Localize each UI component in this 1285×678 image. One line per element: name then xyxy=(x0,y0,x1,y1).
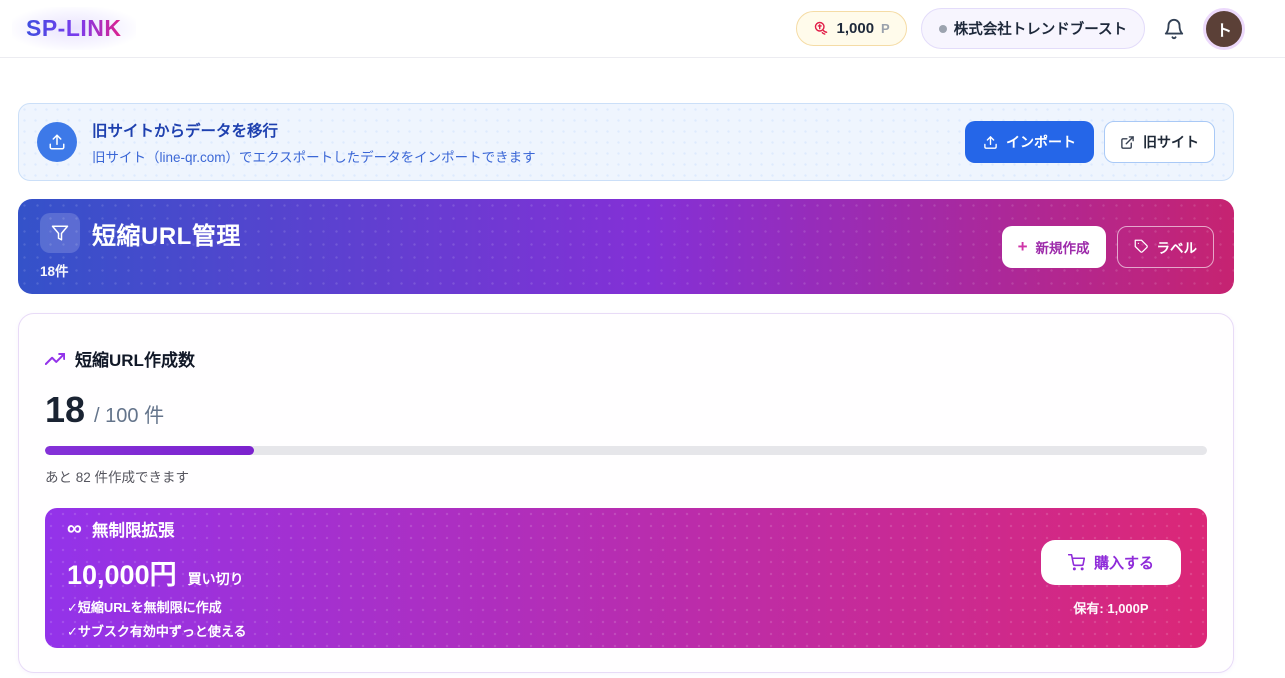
import-button[interactable]: インポート xyxy=(965,121,1094,163)
notifications-button[interactable] xyxy=(1159,14,1189,44)
upload-circle-icon xyxy=(37,122,77,162)
buy-button-label: 購入する xyxy=(1094,552,1154,573)
label-button-label: ラベル xyxy=(1157,237,1198,257)
stats-title-row: 短縮URL作成数 xyxy=(45,346,1207,371)
promo-price-note: 買い切り xyxy=(188,569,244,589)
progress-fill xyxy=(45,446,254,455)
url-manager-heading: 短縮URL管理 18件 xyxy=(40,213,241,280)
url-manager-header: 短縮URL管理 18件 + 新規作成 ラベル xyxy=(18,199,1234,294)
topbar-right-cluster: 1,000 P 株式会社トレンドブースト ト xyxy=(796,8,1246,50)
remaining-text: あと 82 件作成できます xyxy=(45,466,1207,486)
external-link-icon xyxy=(1120,135,1135,150)
company-name: 株式会社トレンドブースト xyxy=(954,18,1127,39)
point-balance: 保有: 1,000P xyxy=(1073,598,1148,617)
stats-card: 短縮URL作成数 18 / 100 件 あと 82 件作成できます ∞ 無制限拡… xyxy=(18,313,1234,673)
import-banner: 旧サイトからデータを移行 旧サイト（line-qr.com）でエクスポートしたデ… xyxy=(18,103,1234,181)
avatar[interactable]: ト xyxy=(1203,8,1245,50)
progress-bar xyxy=(45,446,1207,455)
old-site-button-label: 旧サイト xyxy=(1143,132,1199,152)
page-title: 短縮URL管理 xyxy=(92,216,241,251)
promo-title: 無制限拡張 xyxy=(92,517,175,541)
points-badge[interactable]: 1,000 P xyxy=(796,11,907,46)
stats-title: 短縮URL作成数 xyxy=(75,346,195,371)
create-new-button[interactable]: + 新規作成 xyxy=(1002,226,1106,268)
main-content: 旧サイトからデータを移行 旧サイト（line-qr.com）でエクスポートしたデ… xyxy=(0,58,1285,678)
unlimited-promo-card: ∞ 無制限拡張 10,000円 買い切り ✓短縮URLを無制限に作成 ✓サブスク… xyxy=(45,508,1207,648)
trending-up-icon xyxy=(45,349,65,369)
plus-icon: + xyxy=(1018,238,1028,255)
tag-icon xyxy=(1134,239,1149,254)
url-manager-actions: + 新規作成 ラベル xyxy=(1002,226,1214,268)
cart-icon xyxy=(1068,554,1085,571)
current-count: 18 xyxy=(45,389,85,431)
import-banner-title: 旧サイトからデータを移行 xyxy=(92,119,536,141)
promo-details: ∞ 無制限拡張 10,000円 買い切り ✓短縮URLを無制限に作成 ✓サブスク… xyxy=(67,517,247,640)
upload-icon xyxy=(983,135,998,150)
import-button-label: インポート xyxy=(1006,132,1076,152)
filter-icon xyxy=(40,213,80,253)
top-header: SP-LINK 1,000 P 株式会社トレンドブースト ト xyxy=(0,0,1285,58)
buy-button[interactable]: 購入する xyxy=(1041,540,1181,585)
points-unit: P xyxy=(881,21,890,36)
avatar-letter: ト xyxy=(1216,17,1232,41)
count-limit: / 100 件 xyxy=(94,399,164,428)
url-count: 18件 xyxy=(40,260,241,280)
app-logo[interactable]: SP-LINK xyxy=(12,7,136,50)
promo-price-row: 10,000円 買い切り xyxy=(67,553,247,592)
create-new-button-label: 新規作成 xyxy=(1036,237,1090,257)
label-button[interactable]: ラベル xyxy=(1117,226,1215,268)
bell-icon xyxy=(1163,18,1185,40)
infinity-icon: ∞ xyxy=(67,518,82,539)
url-usage-count: 18 / 100 件 xyxy=(45,389,1207,431)
app-logo-text: SP-LINK xyxy=(26,15,122,41)
import-banner-info: 旧サイトからデータを移行 旧サイト（line-qr.com）でエクスポートしたデ… xyxy=(37,119,536,166)
promo-feature: ✓サブスク有効中ずっと使える xyxy=(67,621,247,640)
coins-icon xyxy=(813,20,830,37)
promo-purchase-area: 購入する 保有: 1,000P xyxy=(1041,540,1181,617)
promo-feature: ✓短縮URLを無制限に作成 xyxy=(67,597,247,616)
import-banner-description: 旧サイト（line-qr.com）でエクスポートしたデータをインポートできます xyxy=(92,146,536,166)
status-dot-icon xyxy=(939,25,947,33)
promo-price: 10,000円 xyxy=(67,553,177,592)
old-site-button[interactable]: 旧サイト xyxy=(1104,121,1215,163)
company-badge[interactable]: 株式会社トレンドブースト xyxy=(921,8,1145,49)
import-banner-actions: インポート 旧サイト xyxy=(965,121,1215,163)
points-value: 1,000 xyxy=(837,20,875,37)
import-banner-text: 旧サイトからデータを移行 旧サイト（line-qr.com）でエクスポートしたデ… xyxy=(92,119,536,166)
